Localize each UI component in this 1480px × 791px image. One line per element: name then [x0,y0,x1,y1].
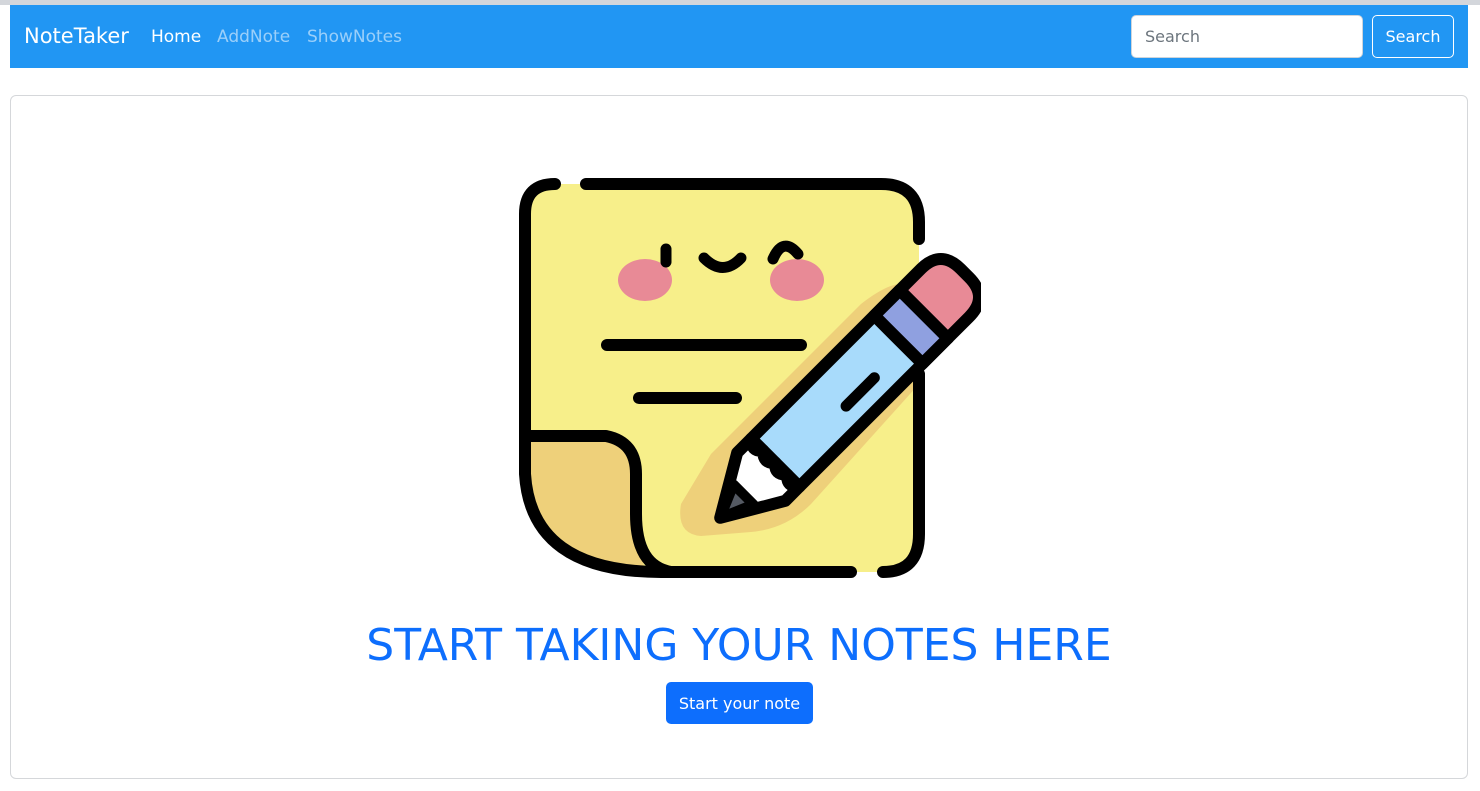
navbar: NoteTaker Home AddNote ShowNotes Search [10,5,1468,68]
hero-title: START TAKING YOUR NOTES HERE [366,620,1112,671]
search-input[interactable] [1131,15,1363,58]
search-button[interactable]: Search [1372,15,1454,58]
sticky-note-with-pencil-icon [519,178,981,578]
nav-link-shownotes[interactable]: ShowNotes [307,26,402,48]
nav-link-addnote[interactable]: AddNote [217,26,290,48]
right-cheek [770,259,824,301]
nav-link-home[interactable]: Home [151,26,201,48]
hero-card: START TAKING YOUR NOTES HERE Start your … [10,95,1468,779]
start-note-button[interactable]: Start your note [666,682,813,724]
navbar-brand[interactable]: NoteTaker [24,23,129,49]
